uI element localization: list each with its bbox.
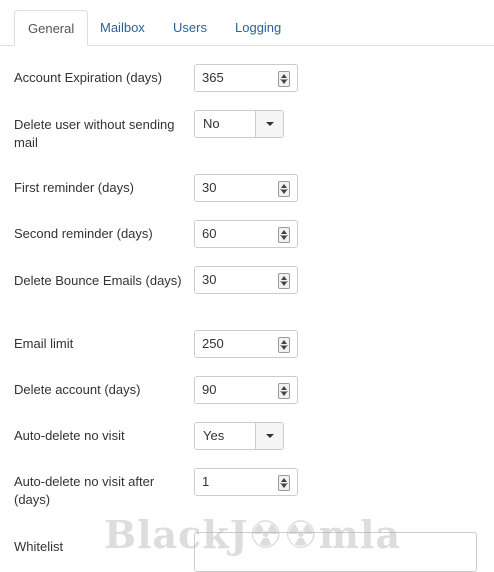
- account-expiration-label: Account Expiration (days): [14, 70, 163, 85]
- auto-delete-no-visit-value: Yes: [203, 428, 225, 443]
- spinner-down-icon[interactable]: [281, 282, 287, 286]
- second-reminder-value: 60: [202, 226, 217, 241]
- second-reminder-label: Second reminder (days): [14, 226, 153, 241]
- auto-delete-no-visit-after-spinner[interactable]: [278, 475, 290, 491]
- spinner-up-icon[interactable]: [281, 74, 287, 78]
- tab-general[interactable]: General: [14, 10, 89, 46]
- spinner-up-icon[interactable]: [281, 230, 287, 234]
- whitelist-textarea[interactable]: [194, 532, 477, 572]
- auto-delete-no-visit-after-value: 1: [202, 474, 210, 489]
- spinner-down-icon[interactable]: [281, 190, 287, 194]
- auto-delete-no-visit-after-label: Auto-delete no visit after (days): [14, 474, 155, 507]
- second-reminder-input[interactable]: 60: [194, 220, 298, 248]
- first-reminder-value: 30: [202, 180, 217, 195]
- tab-mailbox[interactable]: Mailbox: [87, 10, 158, 46]
- first-reminder-label: First reminder (days): [14, 180, 134, 195]
- account-expiration-value: 365: [202, 70, 224, 85]
- spinner-down-icon[interactable]: [281, 346, 287, 350]
- spinner-up-icon[interactable]: [281, 478, 287, 482]
- first-reminder-spinner[interactable]: [278, 181, 290, 197]
- first-reminder-input[interactable]: 30: [194, 174, 298, 202]
- delete-user-without-mail-label: Delete user without sending mail: [14, 117, 175, 150]
- spinner-up-icon[interactable]: [281, 340, 287, 344]
- auto-delete-no-visit-select[interactable]: Yes: [194, 422, 284, 450]
- email-limit-input[interactable]: 250: [194, 330, 298, 358]
- spinner-down-icon[interactable]: [281, 484, 287, 488]
- spinner-down-icon[interactable]: [281, 80, 287, 84]
- delete-account-value: 90: [202, 382, 217, 397]
- account-expiration-spinner[interactable]: [278, 71, 290, 87]
- dropdown-button[interactable]: [255, 111, 283, 137]
- tab-logging[interactable]: Logging: [222, 10, 294, 46]
- tab-users[interactable]: Users: [160, 10, 220, 46]
- delete-account-spinner[interactable]: [278, 383, 290, 399]
- chevron-down-icon: [266, 434, 274, 438]
- delete-user-without-mail-select[interactable]: No: [194, 110, 284, 138]
- dropdown-button[interactable]: [255, 423, 283, 449]
- second-reminder-spinner[interactable]: [278, 227, 290, 243]
- chevron-down-icon: [266, 122, 274, 126]
- delete-account-input[interactable]: 90: [194, 376, 298, 404]
- spinner-up-icon[interactable]: [281, 276, 287, 280]
- delete-bounce-emails-spinner[interactable]: [278, 273, 290, 289]
- email-limit-label: Email limit: [14, 336, 74, 351]
- spinner-down-icon[interactable]: [281, 392, 287, 396]
- auto-delete-no-visit-label: Auto-delete no visit: [14, 428, 125, 443]
- spinner-up-icon[interactable]: [281, 386, 287, 390]
- account-expiration-input[interactable]: 365: [194, 64, 298, 92]
- spinner-down-icon[interactable]: [281, 236, 287, 240]
- delete-bounce-emails-input[interactable]: 30: [194, 266, 298, 294]
- whitelist-label: Whitelist: [14, 539, 64, 554]
- email-limit-value: 250: [202, 336, 224, 351]
- delete-bounce-emails-label: Delete Bounce Emails (days): [14, 273, 182, 288]
- email-limit-spinner[interactable]: [278, 337, 290, 353]
- auto-delete-no-visit-after-input[interactable]: 1: [194, 468, 298, 496]
- delete-user-without-mail-value: No: [203, 116, 220, 131]
- delete-bounce-emails-value: 30: [202, 272, 217, 287]
- spinner-up-icon[interactable]: [281, 184, 287, 188]
- delete-account-label: Delete account (days): [14, 382, 141, 397]
- tab-bar: General Mailbox Users Logging: [0, 0, 494, 46]
